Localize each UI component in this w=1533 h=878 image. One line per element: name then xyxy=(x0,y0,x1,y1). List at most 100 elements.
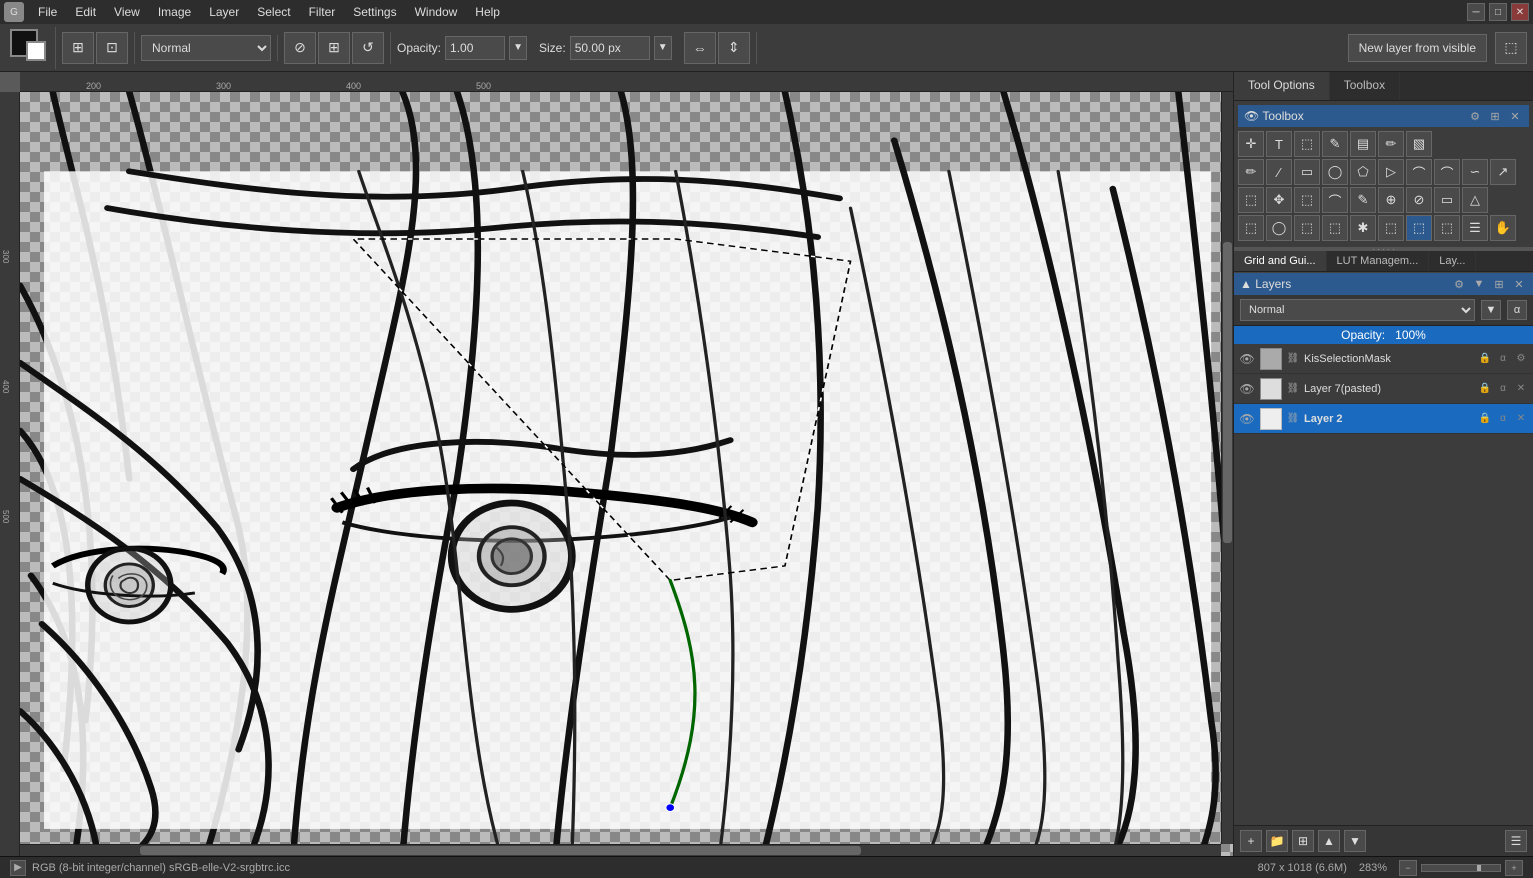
tool-fill[interactable]: ▤ xyxy=(1350,131,1376,157)
menu-edit[interactable]: Edit xyxy=(67,3,104,21)
blend-mode-select[interactable]: Normal xyxy=(141,35,271,61)
layer-action-alpha-0[interactable]: α xyxy=(1495,351,1511,367)
tool-triangle[interactable]: △ xyxy=(1462,187,1488,213)
tab-tool-options[interactable]: Tool Options xyxy=(1234,72,1330,100)
tool-transform[interactable]: ⬚ xyxy=(1238,187,1264,213)
tool-preset-btn[interactable]: ⊞ xyxy=(62,32,94,64)
tool-ellipse[interactable]: ◯ xyxy=(1322,159,1348,185)
layer-item-1[interactable]: 👁 ⛓ Layer 7(pasted) 🔒 α ✕ xyxy=(1234,374,1533,404)
layer-mode-down-btn[interactable]: ▼ xyxy=(1481,300,1501,320)
tool-hatch[interactable]: ▧ xyxy=(1406,131,1432,157)
layer-down-btn[interactable]: ▼ xyxy=(1344,830,1366,852)
tool-brush[interactable]: ✏ xyxy=(1238,159,1264,185)
dock-tab-lay[interactable]: Lay... xyxy=(1429,251,1476,271)
dock-tab-lut[interactable]: LUT Managem... xyxy=(1327,251,1430,271)
layers-configure-btn[interactable]: ⚙ xyxy=(1451,276,1467,292)
horizontal-scrollbar[interactable] xyxy=(20,844,1221,856)
layer-eye-0[interactable]: 👁 xyxy=(1238,350,1256,368)
toolbox-close-btn[interactable]: ✕ xyxy=(1507,108,1523,124)
tool-pencil[interactable]: ✎ xyxy=(1322,131,1348,157)
background-color[interactable] xyxy=(26,41,46,61)
toolbox-detach-btn[interactable]: ⊞ xyxy=(1487,108,1503,124)
opacity-input[interactable] xyxy=(445,36,505,60)
zoom-in-btn[interactable]: + xyxy=(1505,860,1523,876)
tool-rect-select[interactable]: ⬚ xyxy=(1294,131,1320,157)
minimize-btn[interactable]: ─ xyxy=(1467,3,1485,21)
tool-text[interactable]: T xyxy=(1266,131,1292,157)
tool-pen[interactable]: ✎ xyxy=(1350,187,1376,213)
tool-crop[interactable]: ⬚ xyxy=(1294,187,1320,213)
layer-action-more-2[interactable]: ✕ xyxy=(1513,411,1529,427)
layer-item-2[interactable]: 👁 ⛓ Layer 2 🔒 α ✕ xyxy=(1234,404,1533,434)
menu-window[interactable]: Window xyxy=(407,3,466,21)
tool-lasso[interactable]: ⌒ xyxy=(1322,187,1348,213)
size-input[interactable] xyxy=(570,36,650,60)
zoom-out-btn[interactable]: − xyxy=(1399,860,1417,876)
layer-add-btn[interactable]: + xyxy=(1240,830,1262,852)
tool-arrow-diag[interactable]: ↗ xyxy=(1490,159,1516,185)
tool-path[interactable]: ▷ xyxy=(1378,159,1404,185)
layer-settings-btn[interactable]: ☰ xyxy=(1505,830,1527,852)
tool-paint[interactable]: ✏ xyxy=(1378,131,1404,157)
menu-filter[interactable]: Filter xyxy=(301,3,344,21)
mirror-h-btn[interactable]: ⇔ xyxy=(684,32,716,64)
new-layer-visible-btn[interactable]: New layer from visible xyxy=(1348,34,1487,62)
panel-toggle-btn[interactable]: ⬚ xyxy=(1495,32,1527,64)
layer-copy-btn[interactable]: ⊞ xyxy=(1292,830,1314,852)
layers-close-btn[interactable]: ✕ xyxy=(1511,276,1527,292)
tool-subtract[interactable]: ⊘ xyxy=(1406,187,1432,213)
horizontal-scroll-thumb[interactable] xyxy=(140,846,861,855)
layer-up-btn[interactable]: ▲ xyxy=(1318,830,1340,852)
layer-action-alpha-1[interactable]: α xyxy=(1495,381,1511,397)
close-btn[interactable]: ✕ xyxy=(1511,3,1529,21)
menu-image[interactable]: Image xyxy=(150,3,199,21)
lock-btn[interactable]: ⊞ xyxy=(318,32,350,64)
tool-pan[interactable]: ✋ xyxy=(1490,215,1516,241)
tool-scissors[interactable]: ✱ xyxy=(1350,215,1376,241)
tool-add[interactable]: ⊕ xyxy=(1378,187,1404,213)
tool-polygon[interactable]: ⬠ xyxy=(1350,159,1376,185)
tool-sel-poly[interactable]: ⬚ xyxy=(1294,215,1320,241)
menu-layer[interactable]: Layer xyxy=(201,3,247,21)
dock-tab-grid[interactable]: Grid and Gui... xyxy=(1234,251,1327,271)
zoom-slider-thumb[interactable] xyxy=(1477,865,1481,871)
toolbox-configure-btn[interactable]: ⚙ xyxy=(1467,108,1483,124)
layer-action-more-1[interactable]: ✕ xyxy=(1513,381,1529,397)
tool-move[interactable]: ✥ xyxy=(1266,187,1292,213)
tool-rect2[interactable]: ▭ xyxy=(1434,187,1460,213)
statusbar-expand-btn[interactable]: ▶ xyxy=(10,860,26,876)
layer-eye-2[interactable]: 👁 xyxy=(1238,410,1256,428)
opacity-menu-btn[interactable]: ▼ xyxy=(509,36,527,60)
tool-sel-free[interactable]: ⬚ xyxy=(1322,215,1348,241)
menu-settings[interactable]: Settings xyxy=(345,3,404,21)
canvas-area[interactable]: 200 300 400 500 300 400 500 .hair-stroke… xyxy=(0,72,1233,856)
tool-curve1[interactable]: ⌒ xyxy=(1406,159,1432,185)
layer-action-lock-1[interactable]: 🔒 xyxy=(1477,381,1493,397)
tool-sel-active[interactable]: ⬚ xyxy=(1406,215,1432,241)
menu-select[interactable]: Select xyxy=(249,3,298,21)
layer-lock-alpha-btn[interactable]: α xyxy=(1507,300,1527,320)
layer-action-lock-2[interactable]: 🔒 xyxy=(1477,411,1493,427)
tool-sel-path[interactable]: ⬚ xyxy=(1378,215,1404,241)
layer-mode-select[interactable]: Normal xyxy=(1240,299,1475,321)
menu-view[interactable]: View xyxy=(106,3,148,21)
tool-zoom[interactable]: ⬚ xyxy=(1434,215,1460,241)
tool-curve2[interactable]: ⌒ xyxy=(1434,159,1460,185)
layer-eye-1[interactable]: 👁 xyxy=(1238,380,1256,398)
layers-menu-btn[interactable]: ▼ xyxy=(1471,276,1487,292)
tool-wave[interactable]: ∽ xyxy=(1462,159,1488,185)
tool-line[interactable]: ∕ xyxy=(1266,159,1292,185)
layers-detach-btn[interactable]: ⊞ xyxy=(1491,276,1507,292)
tool-hand[interactable]: ☰ xyxy=(1462,215,1488,241)
layer-action-lock-0[interactable]: 🔒 xyxy=(1477,351,1493,367)
erase-btn[interactable]: ⊘ xyxy=(284,32,316,64)
layer-action-more-0[interactable]: ⚙ xyxy=(1513,351,1529,367)
layer-item-0[interactable]: 👁 ⛓ KisSelectionMask 🔒 α ⚙ xyxy=(1234,344,1533,374)
tab-toolbox[interactable]: Toolbox xyxy=(1330,72,1400,100)
tool-sel-ellipse[interactable]: ◯ xyxy=(1266,215,1292,241)
menu-file[interactable]: File xyxy=(30,3,65,21)
tool-sel-rect[interactable]: ⬚ xyxy=(1238,215,1264,241)
tool-arrow[interactable]: ✛ xyxy=(1238,131,1264,157)
zoom-slider[interactable] xyxy=(1421,864,1501,872)
tool-rect[interactable]: ▭ xyxy=(1294,159,1320,185)
